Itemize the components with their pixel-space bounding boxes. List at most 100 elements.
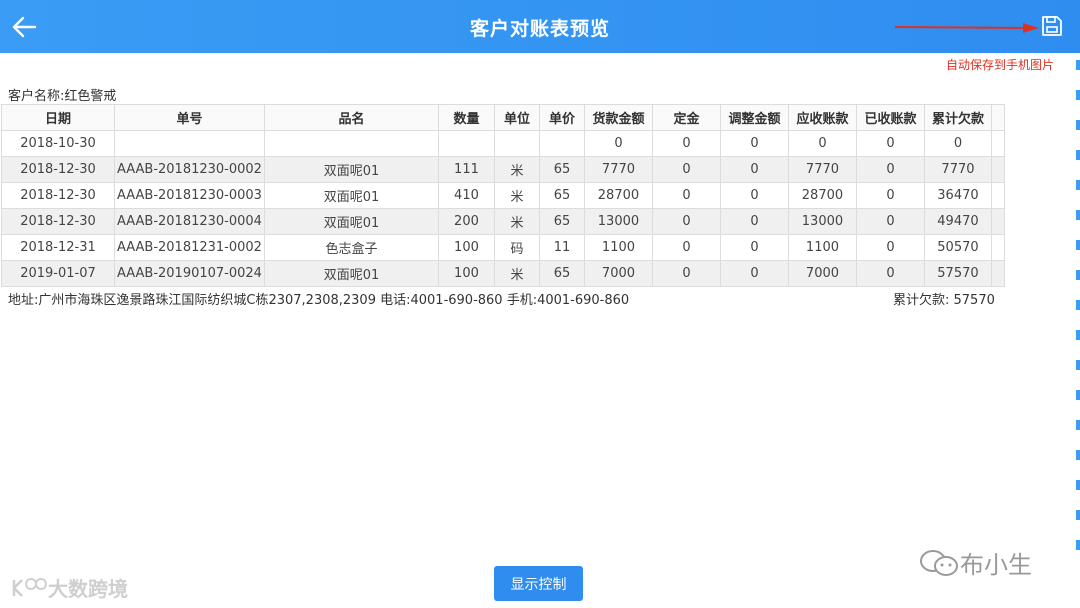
total-outstanding: 累计欠款: 57570 bbox=[893, 293, 995, 308]
table-cell: 0 bbox=[855, 182, 925, 209]
watermark-left: 大数跨境 bbox=[10, 573, 128, 602]
display-control-button[interactable]: 显示控制 bbox=[494, 566, 583, 601]
red-arrow-annotation bbox=[894, 23, 1039, 33]
column-header-overflow bbox=[990, 104, 1005, 131]
table-cell: 0 bbox=[855, 208, 925, 235]
table-cell: 28700 bbox=[787, 182, 857, 209]
table-cell: 2018-10-30 bbox=[1, 130, 115, 157]
table-cell: AAAB-20181230-0003 bbox=[114, 182, 265, 209]
table-cell bbox=[493, 130, 540, 157]
table-cell bbox=[990, 208, 1005, 235]
column-header: 数量 bbox=[437, 104, 495, 131]
table-cell: AAAB-20181230-0004 bbox=[114, 208, 265, 235]
table-cell: AAAB-20181230-0002 bbox=[114, 156, 265, 183]
column-header: 应收账款 bbox=[787, 104, 857, 131]
table-cell: 65 bbox=[538, 182, 585, 209]
table-cell: AAAB-20190107-0024 bbox=[114, 260, 265, 287]
table-cell: 0 bbox=[855, 156, 925, 183]
table-cell: 0 bbox=[719, 130, 789, 157]
column-header: 货款金额 bbox=[583, 104, 653, 131]
table-row: 2019-01-07 AAAB-20190107-0024 双面呢01 100 米 65 7… bbox=[1, 260, 1005, 287]
table-cell: 11 bbox=[538, 234, 585, 261]
table-cell: 100 bbox=[437, 260, 495, 287]
table-cell: 65 bbox=[538, 260, 585, 287]
table-cell: 码 bbox=[493, 234, 540, 261]
table-cell bbox=[538, 130, 585, 157]
table-cell: 7000 bbox=[583, 260, 653, 287]
table-cell bbox=[437, 130, 495, 157]
table-cell: 200 bbox=[437, 208, 495, 235]
table-cell: 米 bbox=[493, 260, 540, 287]
table-cell: 米 bbox=[493, 208, 540, 235]
table-cell: 0 bbox=[719, 182, 789, 209]
table-cell: 0 bbox=[719, 234, 789, 261]
watermark-right: 布小生 bbox=[918, 545, 1032, 580]
table-cell: 111 bbox=[437, 156, 495, 183]
table-cell: 7770 bbox=[923, 156, 992, 183]
save-button[interactable] bbox=[1040, 14, 1064, 38]
customer-name: 客户名称:红色警戒 bbox=[8, 89, 117, 104]
table-row: 2018-12-30 AAAB-20181230-0003 双面呢01 410 米 65 2… bbox=[1, 182, 1005, 209]
table-cell: 65 bbox=[538, 208, 585, 235]
column-header: 单位 bbox=[493, 104, 540, 131]
table-cell: 双面呢01 bbox=[263, 260, 439, 287]
address-contact-line: 地址:广州市海珠区逸景路珠江国际纺织城C栋2307,2308,2309 电话:4… bbox=[8, 293, 630, 308]
table-cell: 13000 bbox=[583, 208, 653, 235]
column-header: 单号 bbox=[114, 104, 265, 131]
table-cell: 1100 bbox=[583, 234, 653, 261]
brand-logo-icon bbox=[12, 577, 47, 597]
table-cell: 2018-12-30 bbox=[1, 208, 115, 235]
table-cell bbox=[263, 130, 439, 157]
table-cell: 色志盒子 bbox=[263, 234, 439, 261]
table-cell bbox=[990, 234, 1005, 261]
wechat-icon bbox=[920, 549, 958, 576]
table-cell: 双面呢01 bbox=[263, 182, 439, 209]
table-header-row: 日期 单号 品名 数量 单位 单价 货款金额 定金 调整金额 应收账款 已收账款… bbox=[1, 104, 1005, 131]
table-cell: 双面呢01 bbox=[263, 208, 439, 235]
table-cell: 0 bbox=[651, 260, 721, 287]
table-cell: 1100 bbox=[787, 234, 857, 261]
save-floppy-icon bbox=[1042, 16, 1062, 36]
column-header: 调整金额 bbox=[719, 104, 789, 131]
table-cell bbox=[114, 130, 265, 157]
table-cell: 米 bbox=[493, 182, 540, 209]
watermark-right-text: 布小生 bbox=[960, 551, 1032, 579]
table-cell: 13000 bbox=[787, 208, 857, 235]
column-header: 单价 bbox=[538, 104, 585, 131]
table-cell: 7000 bbox=[787, 260, 857, 287]
table-cell: 0 bbox=[923, 130, 992, 157]
table-cell: 7770 bbox=[787, 156, 857, 183]
table-cell: 0 bbox=[651, 208, 721, 235]
table-cell: 0 bbox=[651, 234, 721, 261]
table-cell: 0 bbox=[651, 156, 721, 183]
table-cell bbox=[990, 156, 1005, 183]
table-cell bbox=[990, 182, 1005, 209]
table-cell: 50570 bbox=[923, 234, 992, 261]
table-cell: 2018-12-31 bbox=[1, 234, 115, 261]
table-cell: 57570 bbox=[923, 260, 992, 287]
table-cell: 65 bbox=[538, 156, 585, 183]
table-cell: 49470 bbox=[923, 208, 992, 235]
save-hint-annotation: 自动保存到手机图片 bbox=[946, 58, 1055, 72]
table-cell: 36470 bbox=[923, 182, 992, 209]
table-cell: 米 bbox=[493, 156, 540, 183]
column-header: 日期 bbox=[1, 104, 115, 131]
column-header: 定金 bbox=[651, 104, 721, 131]
table-cell: AAAB-20181231-0002 bbox=[114, 234, 265, 261]
table-cell: 100 bbox=[437, 234, 495, 261]
column-header: 累计欠款 bbox=[923, 104, 992, 131]
table-cell: 0 bbox=[583, 130, 653, 157]
table-cell: 双面呢01 bbox=[263, 156, 439, 183]
table-cell: 2018-12-30 bbox=[1, 182, 115, 209]
table-cell: 0 bbox=[651, 182, 721, 209]
edge-decoration bbox=[1076, 60, 1080, 550]
table-row: 2018-10-30 0 0 0 0 0 0 bbox=[1, 130, 1005, 157]
table-cell: 7770 bbox=[583, 156, 653, 183]
table-cell: 2019-01-07 bbox=[1, 260, 115, 287]
watermark-left-text: 大数跨境 bbox=[48, 577, 128, 601]
column-header: 品名 bbox=[263, 104, 439, 131]
table-cell bbox=[990, 130, 1005, 157]
table-row: 2018-12-30 AAAB-20181230-0004 双面呢01 200 米 65 1… bbox=[1, 208, 1005, 235]
table-row: 2018-12-30 AAAB-20181230-0002 双面呢01 111 米 65 7… bbox=[1, 156, 1005, 183]
table-cell: 0 bbox=[651, 130, 721, 157]
